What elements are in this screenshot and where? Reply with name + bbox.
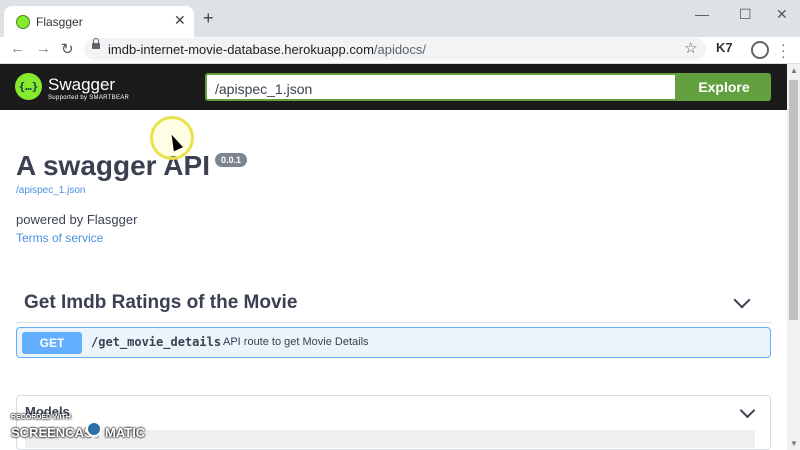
spec-url-input[interactable]: /apispec_1.json <box>205 73 677 101</box>
address-bar[interactable]: imdb-internet-movie-database.herokuapp.c… <box>84 38 706 60</box>
browser-tab[interactable]: Flasgger ✕ <box>4 6 194 37</box>
minimize-icon[interactable]: — <box>695 6 709 22</box>
swagger-logo-icon: {…} <box>15 73 42 100</box>
scroll-down-icon[interactable]: ▼ <box>790 439 798 448</box>
operation-path: /get_movie_details <box>91 335 222 349</box>
operation-summary: API route to get Movie Details <box>223 336 369 348</box>
page-scrollbar[interactable]: ▲ ▼ <box>787 64 800 450</box>
scroll-up-icon[interactable]: ▲ <box>790 66 798 75</box>
tag-section-header[interactable]: Get Imdb Ratings of the Movie <box>16 284 771 323</box>
new-tab-icon[interactable]: + <box>203 9 214 27</box>
operation-get-movie-details[interactable]: GET /get_movie_details API route to get … <box>16 327 771 358</box>
chevron-down-icon[interactable] <box>733 291 751 309</box>
tab-title: Flasgger <box>36 15 83 29</box>
url-text: imdb-internet-movie-database.herokuapp.c… <box>108 42 426 57</box>
swagger-brand: Swagger <box>48 75 116 94</box>
maximize-icon[interactable]: ☐ <box>739 6 752 23</box>
spec-link[interactable]: /apispec_1.json <box>16 185 86 196</box>
lock-icon <box>92 38 100 49</box>
reload-icon[interactable]: ↻ <box>61 40 74 58</box>
close-window-icon[interactable]: ✕ <box>776 6 788 23</box>
browser-toolbar: ← → ↻ imdb-internet-movie-database.herok… <box>0 37 800 64</box>
flasgger-favicon-icon <box>16 15 30 29</box>
menu-dots-icon[interactable]: · · · <box>781 37 786 63</box>
swagger-tagline: Supported by SMARTBEAR <box>48 95 130 101</box>
close-tab-icon[interactable]: ✕ <box>174 12 186 29</box>
url-host: imdb-internet-movie-database.herokuapp.c… <box>108 42 374 57</box>
api-description: powered by Flasgger <box>16 212 138 227</box>
extension-k7-icon[interactable]: K7 <box>716 40 733 55</box>
models-section[interactable]: Models <box>16 395 771 450</box>
tab-bar: Flasgger ✕ + — ☐ ✕ <box>0 0 800 37</box>
url-path: /apidocs/ <box>373 42 426 57</box>
bookmark-star-icon[interactable]: ☆ <box>684 39 697 57</box>
chevron-down-icon[interactable] <box>739 402 756 419</box>
back-icon[interactable]: ← <box>10 40 25 57</box>
tag-section-title: Get Imdb Ratings of the Movie <box>24 292 298 313</box>
explore-button[interactable]: Explore <box>677 73 771 101</box>
screencast-logo-icon <box>86 421 102 437</box>
version-badge: 0.0.1 <box>215 153 248 167</box>
method-badge: GET <box>22 332 82 354</box>
terms-of-service-link[interactable]: Terms of service <box>16 231 103 245</box>
watermark-line1: RECORDED WITH <box>11 414 71 421</box>
screencast-watermark: RECORDED WITH SCREENCAST MATIC <box>11 414 145 440</box>
watermark-right: MATIC <box>105 425 146 440</box>
scrollbar-thumb[interactable] <box>789 80 798 320</box>
account-icon[interactable] <box>751 41 769 59</box>
forward-icon[interactable]: → <box>36 40 51 57</box>
